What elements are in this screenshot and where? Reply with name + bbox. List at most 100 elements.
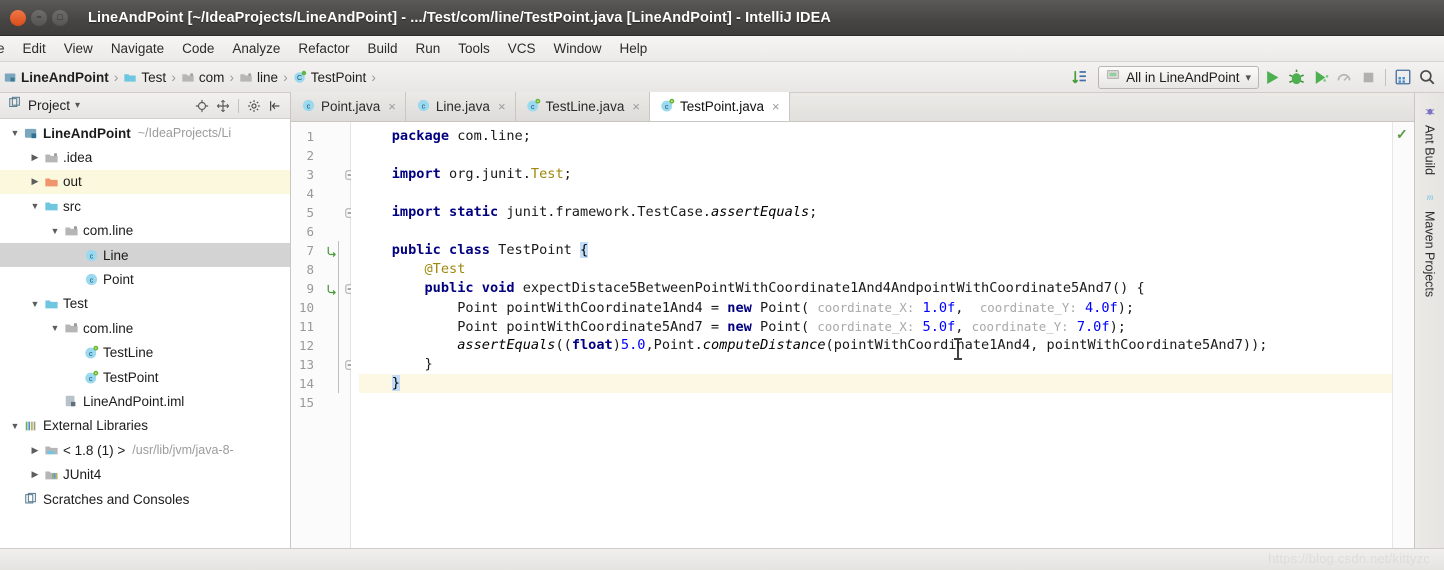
code-line[interactable]: import org.junit.Test;: [359, 165, 1392, 184]
code-line[interactable]: [359, 184, 1392, 203]
code-line[interactable]: package com.line;: [359, 127, 1392, 146]
menu-view[interactable]: View: [55, 39, 102, 58]
tree-item-line[interactable]: c Line: [0, 242, 290, 268]
close-window-button[interactable]: [10, 9, 26, 26]
code-line[interactable]: assertEquals((float)5.0,Point.computeDis…: [359, 336, 1392, 355]
editor-gutter[interactable]: 1 2 3 4 5 6 7 8 9 10 11 12 13 14 15: [291, 122, 355, 548]
chevron-down-icon[interactable]: ▼: [8, 421, 22, 431]
tree-item-com-line[interactable]: ▼ com.line: [0, 316, 290, 340]
editor-tab-testline-java[interactable]: c TestLine.java ×: [515, 92, 650, 121]
locate-icon[interactable]: [193, 97, 211, 115]
breadcrumb-item-test[interactable]: Test: [123, 70, 166, 85]
tool-window-maven-projects[interactable]: m Maven Projects: [1419, 183, 1441, 305]
project-tree[interactable]: ▼ LineAndPoint ~/IdeaProjects/Li ▶ .idea ▶ out…: [0, 119, 290, 548]
editor-tab-testpoint-java[interactable]: c TestPoint.java ×: [649, 92, 790, 121]
editor-tab-line-java[interactable]: c Line.java ×: [405, 92, 516, 121]
project-panel-icon: [8, 96, 22, 115]
code-line[interactable]: public void expectDistace5BetweenPointWi…: [359, 279, 1392, 298]
maximize-window-button[interactable]: □: [52, 9, 68, 26]
hide-panel-icon[interactable]: [266, 97, 284, 115]
code-line[interactable]: Point pointWithCoordinate1And4 = new Poi…: [359, 298, 1392, 317]
chevron-down-icon[interactable]: ▼: [48, 323, 62, 333]
chevron-down-icon[interactable]: ▼: [28, 201, 42, 211]
code-content[interactable]: package com.line; import org.junit.Test;…: [351, 122, 1392, 548]
tree-item-src[interactable]: ▼ src: [0, 194, 290, 218]
menu-refactor[interactable]: Refactor: [289, 39, 358, 58]
editor-tab-point-java[interactable]: c Point.java ×: [291, 92, 406, 121]
tree-item-testpoint[interactable]: c TestPoint: [0, 365, 290, 389]
code-line[interactable]: Point pointWithCoordinate5And7 = new Poi…: [359, 317, 1392, 336]
menu-window[interactable]: Window: [545, 39, 611, 58]
menu-build[interactable]: Build: [358, 39, 406, 58]
tree-item-testline[interactable]: c TestLine: [0, 341, 290, 365]
line-number: 9: [306, 281, 314, 296]
chevron-down-icon[interactable]: ▼: [8, 128, 22, 138]
tool-window-ant-build[interactable]: Ant Build: [1419, 97, 1441, 183]
chevron-down-icon[interactable]: ▾: [1245, 71, 1251, 84]
sort-lines-icon[interactable]: [1068, 66, 1090, 88]
run-icon[interactable]: [1261, 66, 1283, 88]
close-icon[interactable]: ×: [498, 99, 506, 114]
run-with-coverage-icon[interactable]: [1309, 66, 1331, 88]
tree-item-label: com.line: [83, 223, 134, 239]
tree-item-out[interactable]: ▶ out: [0, 169, 290, 195]
breadcrumb-item-testpoint[interactable]: C TestPoint: [293, 69, 367, 85]
tree-item-scratches-and-consoles[interactable]: Scratches and Consoles: [0, 487, 290, 511]
code-line[interactable]: }: [359, 355, 1392, 374]
breadcrumb-label: TestPoint: [310, 69, 367, 85]
chevron-down-icon[interactable]: ▼: [48, 226, 62, 236]
tree-item-lineandpoint-iml[interactable]: LineAndPoint.iml: [0, 389, 290, 413]
menu-edit[interactable]: Edit: [14, 39, 55, 58]
inspection-gutter[interactable]: ✓: [1392, 122, 1414, 548]
chevron-right-icon[interactable]: ▶: [28, 469, 42, 480]
window-controls: − □: [6, 9, 80, 26]
code-line[interactable]: [359, 222, 1392, 241]
tree-item-com-line[interactable]: ▼ com.line: [0, 219, 290, 243]
chevron-right-icon[interactable]: ▶: [28, 445, 42, 456]
gear-icon[interactable]: [245, 97, 263, 115]
code-line[interactable]: import static junit.framework.TestCase.a…: [359, 203, 1392, 222]
chevron-down-icon[interactable]: ▾: [75, 100, 80, 111]
menu-analyze[interactable]: Analyze: [223, 39, 289, 58]
menu-tools[interactable]: Tools: [449, 39, 499, 58]
breadcrumb-item-com[interactable]: com: [181, 70, 224, 85]
search-everywhere-icon[interactable]: [1416, 66, 1438, 88]
chevron-down-icon[interactable]: ▼: [28, 299, 42, 309]
run-test-gutter-icon[interactable]: [325, 241, 339, 260]
menu-run[interactable]: Run: [406, 39, 449, 58]
line-number: 2: [306, 148, 314, 163]
tree-item-test[interactable]: ▼ Test: [0, 292, 290, 316]
menu-file[interactable]: le: [0, 39, 14, 58]
close-icon[interactable]: ×: [388, 99, 396, 114]
breadcrumb-item-project[interactable]: LineAndPoint: [4, 70, 109, 85]
menu-help[interactable]: Help: [611, 39, 657, 58]
menu-navigate[interactable]: Navigate: [102, 39, 173, 58]
editor-viewport: 1 2 3 4 5 6 7 8 9 10 11 12 13 14 15 package com.line; …: [291, 122, 1414, 548]
chevron-right-icon[interactable]: ▶: [28, 152, 42, 163]
run-configuration-selector[interactable]: All in LineAndPoint ▾: [1098, 65, 1259, 89]
code-line[interactable]: [359, 393, 1392, 412]
minimize-window-button[interactable]: −: [31, 9, 47, 26]
code-line[interactable]: }: [359, 374, 1392, 393]
expand-collapse-icon[interactable]: [214, 97, 232, 115]
code-line[interactable]: [359, 146, 1392, 165]
chevron-right-icon[interactable]: ▶: [28, 176, 42, 187]
close-icon[interactable]: ×: [772, 99, 780, 114]
tree-item-junit4[interactable]: ▶ JUnit4: [0, 462, 290, 486]
tree-item-point[interactable]: c Point: [0, 267, 290, 291]
debug-icon[interactable]: [1285, 66, 1307, 88]
code-line[interactable]: @Test: [359, 260, 1392, 279]
settings-grid-icon[interactable]: [1392, 66, 1414, 88]
breadcrumb-item-line[interactable]: line: [239, 70, 278, 85]
editor-tab-label: TestPoint.java: [679, 99, 764, 114]
close-icon[interactable]: ×: [632, 99, 640, 114]
tree-item-idea[interactable]: ▶ .idea: [0, 145, 290, 169]
tree-item-external-libraries[interactable]: ▼ External Libraries: [0, 414, 290, 438]
code-line[interactable]: public class TestPoint {: [359, 241, 1392, 260]
status-bar: https://blog.csdn.net/kittyzc: [0, 548, 1444, 570]
tree-item-1-8-1[interactable]: ▶ < 1.8 (1) > /usr/lib/jvm/java-8-: [0, 438, 290, 462]
run-test-gutter-icon[interactable]: [325, 279, 339, 298]
menu-code[interactable]: Code: [173, 39, 223, 58]
tree-item-lineandpoint[interactable]: ▼ LineAndPoint ~/IdeaProjects/Li: [0, 121, 290, 145]
menu-vcs[interactable]: VCS: [499, 39, 545, 58]
